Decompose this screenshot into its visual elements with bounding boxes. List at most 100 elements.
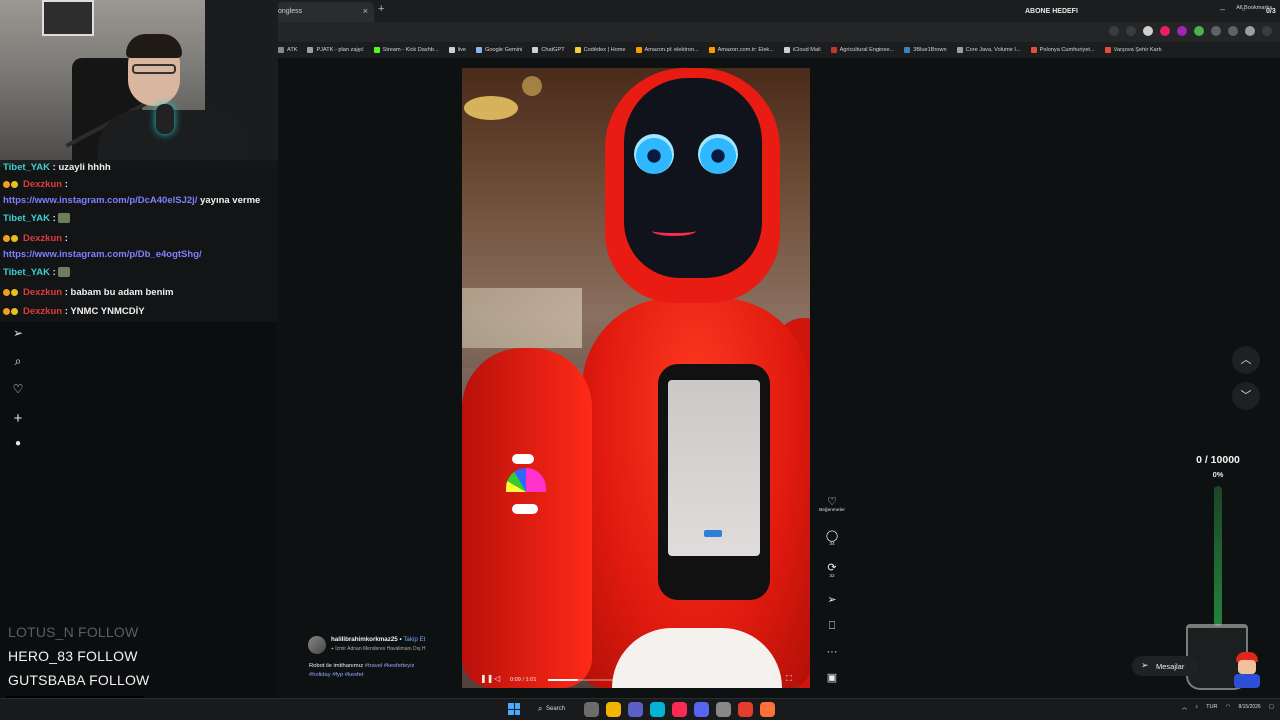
follow-button[interactable]: Takip Et <box>403 636 425 643</box>
all-bookmarks[interactable]: All Bookmarks <box>1236 5 1272 11</box>
bookmark-label: Google Gemini <box>485 47 523 53</box>
messages-button[interactable]: ➢ Mesajlar <box>1132 656 1198 676</box>
bookmark-item[interactable]: Varşova Şehir Kartı <box>1104 47 1162 53</box>
save-button[interactable]: ⎕ <box>812 620 852 632</box>
post-location[interactable]: İzmir Adnan Menderes Havalimanı Dış H <box>335 646 425 652</box>
share-button[interactable]: ➢ <box>812 594 852 606</box>
previous-reel-button[interactable]: ︿ <box>1232 346 1260 374</box>
download-icon[interactable] <box>1228 26 1238 36</box>
next-reel-button[interactable]: ﹀ <box>1232 382 1260 410</box>
chat-username[interactable]: Tibet_YAK <box>3 162 50 173</box>
taskbar-app-icon[interactable] <box>694 702 709 717</box>
heart-icon[interactable]: ♡ <box>8 382 28 396</box>
bookmark-label: iCloud Mail <box>792 47 821 53</box>
bookmark-item[interactable]: 3Blue1Brown <box>904 47 947 53</box>
bookmark-item[interactable]: Amazon.com.tr: Elek... <box>708 47 774 53</box>
chat-link[interactable]: https://www.instagram.com/p/DcA40elSJ2j/ <box>3 195 197 206</box>
follow-alert: GUTSBABA FOLLOW <box>8 672 150 688</box>
comment-button[interactable]: ◯ 34 <box>812 530 852 548</box>
taskbar-app-icon[interactable] <box>672 702 687 717</box>
chat-username[interactable]: Dexzkun <box>23 306 62 317</box>
bookmark-item[interactable]: iCloud Mail <box>783 47 821 53</box>
bookmark-item[interactable]: ATK <box>278 47 297 53</box>
badge-icon <box>3 307 10 315</box>
taskbar-app-icon[interactable] <box>628 702 643 717</box>
microphone-icon[interactable]: ♪ <box>1195 704 1198 710</box>
robot-face <box>624 78 762 278</box>
video-progress-track[interactable] <box>548 679 748 681</box>
chat-username[interactable]: Dexzkun <box>23 287 62 298</box>
new-tab-icon[interactable]: + <box>378 3 384 15</box>
star-icon[interactable] <box>1126 26 1136 36</box>
pause-icon[interactable]: ❚❚ <box>480 674 493 683</box>
chat-username[interactable]: Dexzkun <box>23 179 62 190</box>
follow-alert: LOTUS_N FOLLOW <box>8 624 139 640</box>
puzzle-icon[interactable] <box>1211 26 1221 36</box>
search-label: Search <box>546 706 566 712</box>
repost-button[interactable]: ⟳ 32 <box>812 562 852 580</box>
taskbar-app-icon[interactable] <box>650 702 665 717</box>
language-indicator[interactable]: TUR <box>1206 704 1218 710</box>
bookmark-item[interactable]: Google Gemini <box>476 47 522 53</box>
taskbar-app-icon[interactable] <box>606 702 621 717</box>
video-lamp <box>522 76 542 96</box>
settings-icon[interactable]: ⚙ <box>772 674 779 683</box>
microphone <box>156 104 174 134</box>
chat-username[interactable]: Dexzkun <box>23 233 62 244</box>
start-button[interactable] <box>508 703 520 715</box>
notification-icon[interactable]: ▢ <box>1269 704 1274 710</box>
taskbar-search[interactable]: ⌕ Search <box>530 702 576 717</box>
chevron-up-icon[interactable]: ︿ <box>1182 703 1188 711</box>
bookmark-item[interactable]: ChatGPT <box>532 47 565 53</box>
audio-button[interactable]: ▣ <box>812 672 852 684</box>
send-icon[interactable]: ➢ <box>8 326 28 340</box>
avatar[interactable] <box>308 636 326 654</box>
minimize-icon[interactable]: – <box>1220 4 1225 14</box>
bookmark-item[interactable]: Core Java, Volume I... <box>956 47 1021 53</box>
cast-icon[interactable] <box>1109 26 1119 36</box>
emote-icon <box>58 267 71 278</box>
bookmark-item[interactable]: Agricultural Enginee... <box>830 47 895 53</box>
menu-icon[interactable] <box>1262 26 1272 36</box>
clock[interactable]: 8/15/2026 <box>1238 704 1260 711</box>
taskbar-app-icon[interactable] <box>738 702 753 717</box>
reel-video[interactable] <box>462 68 810 688</box>
bookmark-favicon-icon <box>307 47 314 53</box>
profile-avatar-icon[interactable] <box>1245 26 1255 36</box>
bookmark-item[interactable]: Codédex | Home <box>574 47 626 53</box>
profile-icon[interactable]: ● <box>8 438 28 449</box>
fullscreen-icon[interactable]: ⛶ <box>786 674 792 684</box>
chat-separator: : <box>62 287 71 298</box>
extension-icon[interactable] <box>1160 26 1170 36</box>
bookmark-item[interactable]: Stream - Kick Dashb... <box>373 47 439 53</box>
send-icon: ➢ <box>827 594 837 606</box>
close-tab-icon[interactable]: × <box>363 6 368 16</box>
bookmark-item[interactable]: PJATK - plan zajęć <box>307 47 364 53</box>
taskbar-app-icon[interactable] <box>716 702 731 717</box>
bookmark-label: Agricultural Enginee... <box>839 47 895 53</box>
chat-username[interactable]: Tibet_YAK <box>3 213 50 224</box>
bookmark-item[interactable]: Polonya Cumhuriyet... <box>1030 47 1095 53</box>
like-label: Beğenmeler <box>819 508 845 513</box>
chat-link[interactable]: https://www.instagram.com/p/Db_e4ogtShg/ <box>3 249 202 260</box>
bookmark-label: Varşova Şehir Kartı <box>1113 47 1162 53</box>
like-button[interactable]: ♡ Beğenmeler <box>812 496 852 514</box>
more-button[interactable]: ··· <box>812 646 852 658</box>
bookmark-label: 3Blue1Brown <box>913 47 947 53</box>
browser-tab[interactable]: ongless × <box>276 2 374 22</box>
taskbar-app-icon[interactable] <box>584 702 599 717</box>
extension-icon[interactable] <box>1194 26 1204 36</box>
post-username[interactable]: halilibrahimkorkmaz25 <box>331 636 398 643</box>
wifi-icon[interactable]: ◠ <box>1226 704 1231 710</box>
volume-icon[interactable]: ◁ <box>494 674 500 683</box>
bookmark-item[interactable]: Amazon.pl: elektron... <box>635 47 699 53</box>
chat-username[interactable]: Tibet_YAK <box>3 267 50 278</box>
post-tags[interactable]: #holiday #fyp #kesfet <box>309 672 363 678</box>
extension-icon[interactable] <box>1177 26 1187 36</box>
taskbar-app-icon[interactable] <box>760 702 775 717</box>
bookmark-item[interactable]: live <box>448 47 466 53</box>
search-icon[interactable]: ⌕ <box>8 354 28 369</box>
plus-icon[interactable]: + <box>8 410 28 427</box>
extension-icon[interactable] <box>1143 26 1153 36</box>
post-tags[interactable]: #travel #kesfetteyiz <box>365 663 415 669</box>
